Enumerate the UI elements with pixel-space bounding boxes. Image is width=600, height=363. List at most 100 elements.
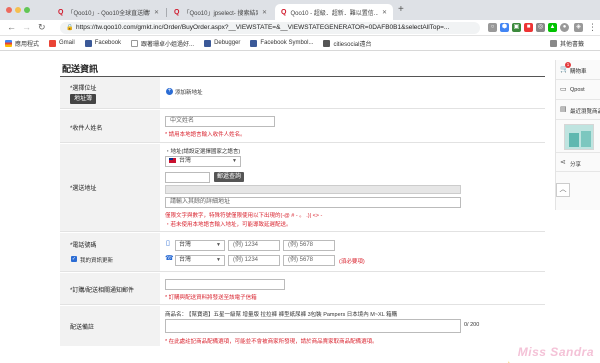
recent-product-thumbnail[interactable] [564, 124, 594, 150]
bookmark-facebook[interactable]: Facebook [84, 39, 121, 47]
address-label: *選送地址 [70, 186, 97, 192]
row-recipient: *收件人姓名 中文姓名 * 請用本地語言輸入收件人姓名。 [60, 110, 545, 143]
telephone-icon: ☎ [165, 255, 174, 262]
page-content: 配送資訊 *選擇位址 地址簿 + 添加新地址 *收件人姓名 中文姓名 * 請用本… [0, 52, 600, 363]
memo-hint: * 在此處註記商品配備選項，可能並不會被商家所發現，請於商品賣家取商品配備選項。 [165, 339, 378, 345]
row-memo: 配送備註 商品名： 【幫寶適】五星一級幫 增量版 拉拉褲 褲型紙尿褲 3包裝 P… [60, 306, 545, 346]
sidebar-cart[interactable]: 🛒 1 購物車 [556, 60, 600, 80]
bookmark-debugger[interactable]: Debugger [204, 39, 240, 47]
address-auto-field [165, 185, 461, 194]
close-window-button[interactable] [6, 7, 12, 13]
new-tab-button[interactable]: + [398, 4, 404, 15]
browser-tab[interactable]: Q 「Qoo10」- Qoo10全球直送購物... ✕ [52, 4, 165, 20]
phone2-country-select[interactable]: 台灣 ▼ [175, 255, 225, 266]
close-tab-icon[interactable]: ✕ [262, 9, 267, 16]
browser-tab[interactable]: Q 「Qoo10」jpselect- 搜索結果（... ✕ [168, 4, 273, 20]
qpost-icon: ▭ [560, 86, 567, 93]
product-name-label: 商品名： [165, 312, 188, 318]
browser-tab-active[interactable]: Q Qoo10 - 超級．超新．難以置信... ✕ [275, 4, 393, 20]
email-hint: * 訂購與配送資料將發送至該電子信箱 [165, 295, 257, 301]
close-tab-icon[interactable]: ✕ [382, 9, 387, 16]
phone1-country-select[interactable]: 台灣 ▼ [175, 240, 225, 251]
row-select-address: *選擇位址 地址簿 + 添加新地址 [60, 77, 545, 109]
bookmark-gmail[interactable]: Gmail [49, 39, 75, 47]
minimize-window-button[interactable] [15, 7, 21, 13]
bookmark-other-folder[interactable]: 其他書籤 [549, 39, 584, 48]
taiwan-flag-icon [169, 157, 176, 163]
bookmark-fb-symbol[interactable]: Facebook Symbol... [250, 39, 313, 47]
menu-icon[interactable]: ⋮ [588, 22, 597, 33]
profile-avatar[interactable]: ● [560, 23, 569, 32]
row-email: *訂購/配送相關通知郵件 * 訂購與配送資料將發送至該電子信箱 [60, 273, 545, 305]
facebook-icon [84, 39, 92, 47]
qoo10-favicon-icon: Q [58, 8, 64, 16]
bookmark-citiesocial[interactable]: citiesocial遠台 [323, 39, 371, 48]
reload-icon[interactable]: ↻ [38, 22, 46, 33]
folder-icon [549, 40, 557, 47]
address-hint-1: 僅限文字與數字，特殊符號僅限使用以下出現的(-@ # - 。 .)| <> - [165, 213, 323, 219]
phone1-area-input[interactable]: (例) 1234 [228, 240, 280, 251]
share-icon: ⋖ [560, 159, 566, 166]
bookmarks-bar: 應用程式 Gmail Facebook 跟著珊卓小姐過好... Debugger… [0, 36, 600, 51]
facebook-icon [250, 39, 258, 47]
bookmark-blog[interactable]: 跟著珊卓小姐過好... [131, 39, 194, 48]
address-country-select[interactable]: 台灣 ▼ [165, 156, 241, 167]
sidebar-recent[interactable]: ▤ 最近瀏覽商品 [556, 100, 600, 120]
recipient-name-input[interactable]: 中文姓名 [165, 116, 275, 127]
chevron-down-icon: ▼ [232, 158, 237, 164]
product-name: 【幫寶適】五星一級幫 增量版 拉拉褲 褲型紙尿褲 3包裝 Pampers 日本境… [186, 312, 398, 318]
watermark: Miss Sandra [517, 345, 594, 359]
postcode-search-button[interactable]: 郵遞查詢 [214, 172, 244, 182]
phone-required-note: (須必要項) [339, 259, 365, 265]
maximize-window-button[interactable] [24, 7, 30, 13]
extension-icon[interactable]: ○ [488, 23, 497, 32]
row-address: *選送地址 ・地址(請設定選擇國家之語言) 台灣 ▼ 郵遞查詢 請輸入其餘的詳細… [60, 144, 545, 232]
extension-icon[interactable]: ▣ [512, 23, 521, 32]
sidebar-share[interactable]: ⋖ 分享 [556, 152, 600, 172]
scroll-top-button[interactable]: ︿ [556, 183, 570, 197]
extension-icon[interactable]: ◈ [574, 23, 583, 32]
email-input[interactable] [165, 279, 285, 290]
phone2-number-input[interactable]: (例) 5678 [283, 255, 335, 266]
recipient-label: *收件人姓名 [70, 126, 103, 132]
phone1-number-input[interactable]: (例) 5678 [283, 240, 335, 251]
address-hint-2: ・若未使用本地語言輸入地址，可能導致延遲配送。 [165, 222, 292, 228]
address-book-button[interactable]: 地址簿 [70, 94, 96, 104]
close-tab-icon[interactable]: ✕ [154, 9, 159, 16]
extension-icon[interactable]: ⬢ [500, 23, 509, 32]
sidebar-qpost[interactable]: ▭ Qpost [556, 80, 600, 100]
qoo10-favicon-icon: Q [281, 8, 287, 16]
chevron-down-icon: ▼ [216, 242, 221, 248]
site-icon [323, 39, 331, 47]
extension-icon[interactable]: ◎ [536, 23, 545, 32]
add-new-address-link[interactable]: 添加新地址 [175, 88, 203, 96]
row-phone: *電話號碼 ✓ 我的資訊更新 ▯ 台灣 ▼ (例) 1234 (例) 5678 ☎… [60, 233, 545, 272]
facebook-icon [204, 39, 212, 47]
bookmark-apps[interactable]: 應用程式 [5, 39, 39, 48]
sparkle-icon: ✦ [503, 358, 515, 363]
recipient-hint: * 請用本地語言輸入收件人姓名。 [165, 132, 246, 138]
browser-toolbar: ← → ↻ 🔒 https://tw.qoo10.com/gmkt.inc/Or… [0, 20, 600, 36]
gmail-icon [49, 39, 57, 47]
phone-label: *電話號碼 [70, 243, 97, 249]
memo-char-count: 0/ 200 [464, 322, 480, 328]
page-icon [131, 39, 139, 47]
select-address-label: *選擇位址 [70, 86, 97, 92]
extension-icon[interactable]: ■ [524, 23, 533, 32]
forward-arrow-icon[interactable]: → [22, 22, 31, 32]
mobile-phone-icon: ▯ [166, 240, 170, 247]
back-arrow-icon[interactable]: ← [7, 22, 16, 32]
add-icon[interactable]: + [166, 88, 173, 95]
qoo10-favicon-icon: Q [174, 8, 180, 16]
apps-grid-icon [5, 39, 12, 47]
address-bar[interactable]: 🔒 https://tw.qoo10.com/gmkt.inc/Order/Bu… [60, 22, 480, 34]
section-title: 配送資訊 [62, 64, 99, 74]
update-info-checkbox[interactable]: ✓ [71, 256, 77, 262]
postcode-input[interactable] [165, 172, 210, 183]
delivery-memo-textarea[interactable] [165, 319, 461, 333]
chevron-down-icon: ▼ [216, 257, 221, 263]
address-detail-input[interactable]: 請輸入其餘的詳細地址 [165, 197, 461, 208]
line-extension-icon[interactable]: ▲ [548, 23, 557, 32]
lock-icon: 🔒 [66, 25, 74, 31]
phone2-area-input[interactable]: (例) 1234 [228, 255, 280, 266]
